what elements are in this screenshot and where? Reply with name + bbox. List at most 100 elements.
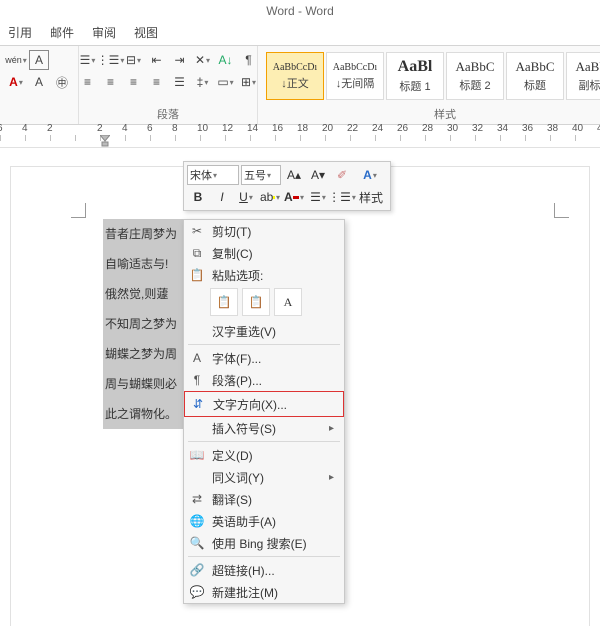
asian-layout-button[interactable]: ✕▾ xyxy=(193,50,213,70)
ctx-translate[interactable]: ⇄翻译(S) xyxy=(184,488,344,510)
horizontal-ruler[interactable]: 6422468101214161820222426283032343638404… xyxy=(0,125,600,148)
ribbon-tabs: 引用 邮件 审阅 视图 xyxy=(0,22,600,46)
mini-shrink-font-button[interactable]: A▾ xyxy=(307,165,329,185)
paste-merge-button[interactable]: 📋 xyxy=(242,288,270,316)
ctx-new-comment[interactable]: 💬新建批注(M) xyxy=(184,581,344,603)
ctx-paste-options: 📋 📋 A xyxy=(184,286,344,320)
tab-references[interactable]: 引用 xyxy=(8,24,32,41)
ctx-english-assistant[interactable]: 🌐英语助手(A) xyxy=(184,510,344,532)
style-normal[interactable]: AaBbCcDı↓正文 xyxy=(266,52,324,100)
text-line: 此之谓物化。 xyxy=(103,399,183,429)
font-color-button[interactable]: A▾ xyxy=(6,72,26,92)
ctx-paste-head: 📋粘贴选项: xyxy=(184,264,344,286)
phonetic-guide-button[interactable]: wén▾ xyxy=(6,50,26,70)
distributed-button[interactable]: ☰ xyxy=(170,72,190,92)
separator xyxy=(188,441,340,442)
ctx-hyperlink[interactable]: 🔗超链接(H)... xyxy=(184,559,344,581)
paste-keep-source-button[interactable]: 📋 xyxy=(210,288,238,316)
justify-button[interactable]: ≡ xyxy=(147,72,167,92)
show-marks-button[interactable]: ¶ xyxy=(239,50,259,70)
mini-italic-button[interactable]: I xyxy=(211,187,233,207)
margin-corner-tr xyxy=(554,203,569,218)
paste-text-only-button[interactable]: A xyxy=(274,288,302,316)
style-heading2[interactable]: AaBbC标题 2 xyxy=(446,52,504,100)
mini-format-painter-button[interactable]: ✐ xyxy=(331,165,353,185)
ruler-tick: 4 xyxy=(25,135,50,141)
ctx-insert-symbol[interactable]: 插入符号(S)▸ xyxy=(184,417,344,439)
indent-marker[interactable] xyxy=(100,135,110,147)
document-page[interactable]: 昔者庄周梦为 自喻适志与! 俄然觉,则蘧 不知周之梦为 蝴蝶之梦为周 周与蝴蝶则… xyxy=(10,166,590,626)
numbering-button[interactable]: ⋮☰▾ xyxy=(101,50,121,70)
ruler-tick: 30 xyxy=(450,135,475,141)
char-border-button[interactable]: A xyxy=(29,50,49,70)
ruler-tick: 32 xyxy=(475,135,500,141)
ctx-hanzi-reselect[interactable]: 汉字重选(V) xyxy=(184,320,344,342)
mini-font-color-button[interactable]: A▾ xyxy=(283,187,305,207)
mini-highlight-button[interactable]: ab▾ xyxy=(259,187,281,207)
ruler-tick: 2 xyxy=(50,135,75,141)
mini-styles-button[interactable]: A▾ xyxy=(355,165,385,185)
ctx-paragraph[interactable]: ¶段落(P)... xyxy=(184,369,344,391)
ruler-tick: 34 xyxy=(500,135,525,141)
align-right-button[interactable]: ≡ xyxy=(124,72,144,92)
ruler-tick: 36 xyxy=(525,135,550,141)
text-line: 蝴蝶之梦为周 xyxy=(103,339,183,369)
mini-font-select[interactable]: 宋体▾ xyxy=(187,165,239,185)
mini-size-select[interactable]: 五号▾ xyxy=(241,165,281,185)
style-no-spacing[interactable]: AaBbCcDı↓无间隔 xyxy=(326,52,384,100)
ruler-tick: 28 xyxy=(425,135,450,141)
tab-mailings[interactable]: 邮件 xyxy=(50,24,74,41)
borders-button[interactable]: ⊞▾ xyxy=(239,72,259,92)
multilevel-button[interactable]: ⊟▾ xyxy=(124,50,144,70)
enclose-char-button[interactable]: ㊥ xyxy=(52,72,72,92)
selected-text-block[interactable]: 昔者庄周梦为 自喻适志与! 俄然觉,则蘧 不知周之梦为 蝴蝶之梦为周 周与蝴蝶则… xyxy=(103,219,183,429)
tab-review[interactable]: 审阅 xyxy=(92,24,116,41)
search-icon: 🔍 xyxy=(188,534,206,552)
group-font: wén▾ A A▾ A ㊥ xyxy=(0,46,79,124)
text-line: 自喻适志与! xyxy=(103,249,183,279)
increase-indent-button[interactable]: ⇥ xyxy=(170,50,190,70)
group-label-paragraph: 段落 xyxy=(157,104,179,124)
ctx-synonyms[interactable]: 同义词(Y)▸ xyxy=(184,466,344,488)
group-styles: AaBbCcDı↓正文 AaBbCcDı↓无间隔 AaBl标题 1 AaBbC标… xyxy=(258,46,600,124)
ruler-tick: 24 xyxy=(375,135,400,141)
mini-numbering-button[interactable]: ⋮☰▾ xyxy=(331,187,353,207)
sort-button[interactable]: A↓ xyxy=(216,50,236,70)
ruler-tick: 40 xyxy=(575,135,600,141)
mini-underline-button[interactable]: U▾ xyxy=(235,187,257,207)
ctx-font[interactable]: A字体(F)... xyxy=(184,347,344,369)
ctx-bing-search[interactable]: 🔍使用 Bing 搜索(E) xyxy=(184,532,344,554)
chevron-right-icon: ▸ xyxy=(329,423,334,434)
mini-bullets-button[interactable]: ☰▾ xyxy=(307,187,329,207)
chevron-right-icon: ▸ xyxy=(329,472,334,483)
link-icon: 🔗 xyxy=(188,561,206,579)
mini-bold-button[interactable]: B xyxy=(187,187,209,207)
style-title[interactable]: AaBbC标题 xyxy=(506,52,564,100)
scissors-icon: ✂ xyxy=(188,222,206,240)
tab-view[interactable]: 视图 xyxy=(134,24,158,41)
line-spacing-button[interactable]: ‡▾ xyxy=(193,72,213,92)
ctx-cut[interactable]: ✂剪切(T) xyxy=(184,220,344,242)
separator xyxy=(188,344,340,345)
ruler-tick: 38 xyxy=(550,135,575,141)
mini-grow-font-button[interactable]: A▴ xyxy=(283,165,305,185)
decrease-indent-button[interactable]: ⇤ xyxy=(147,50,167,70)
ruler-tick: 26 xyxy=(400,135,425,141)
align-left-button[interactable]: ≡ xyxy=(78,72,98,92)
style-subtitle[interactable]: AaBbC副标题 xyxy=(566,52,600,100)
ctx-define[interactable]: 📖定义(D) xyxy=(184,444,344,466)
ribbon: wén▾ A A▾ A ㊥ ☰▾ ⋮☰▾ ⊟▾ ⇤ ⇥ ✕▾ A↓ ¶ xyxy=(0,46,600,125)
ctx-copy[interactable]: ⧉复制(C) xyxy=(184,242,344,264)
group-paragraph: ☰▾ ⋮☰▾ ⊟▾ ⇤ ⇥ ✕▾ A↓ ¶ ≡ ≡ ≡ ≡ ☰ ‡▾ ▭▾ ⊞▾… xyxy=(79,46,258,124)
ctx-text-direction[interactable]: ⇵文字方向(X)... xyxy=(184,391,344,417)
text-line: 周与蝴蝶则必 xyxy=(103,369,183,399)
mini-styles-label[interactable]: 样式 xyxy=(355,187,387,207)
shading-button[interactable]: ▭▾ xyxy=(216,72,236,92)
align-center-button[interactable]: ≡ xyxy=(101,72,121,92)
ruler-tick: 6 xyxy=(150,135,175,141)
style-heading1[interactable]: AaBl标题 1 xyxy=(386,52,444,100)
bullets-button[interactable]: ☰▾ xyxy=(78,50,98,70)
styles-gallery[interactable]: AaBbCcDı↓正文 AaBbCcDı↓无间隔 AaBl标题 1 AaBbC标… xyxy=(264,50,600,102)
char-shading-button[interactable]: A xyxy=(29,72,49,92)
ruler-tick: 18 xyxy=(300,135,325,141)
